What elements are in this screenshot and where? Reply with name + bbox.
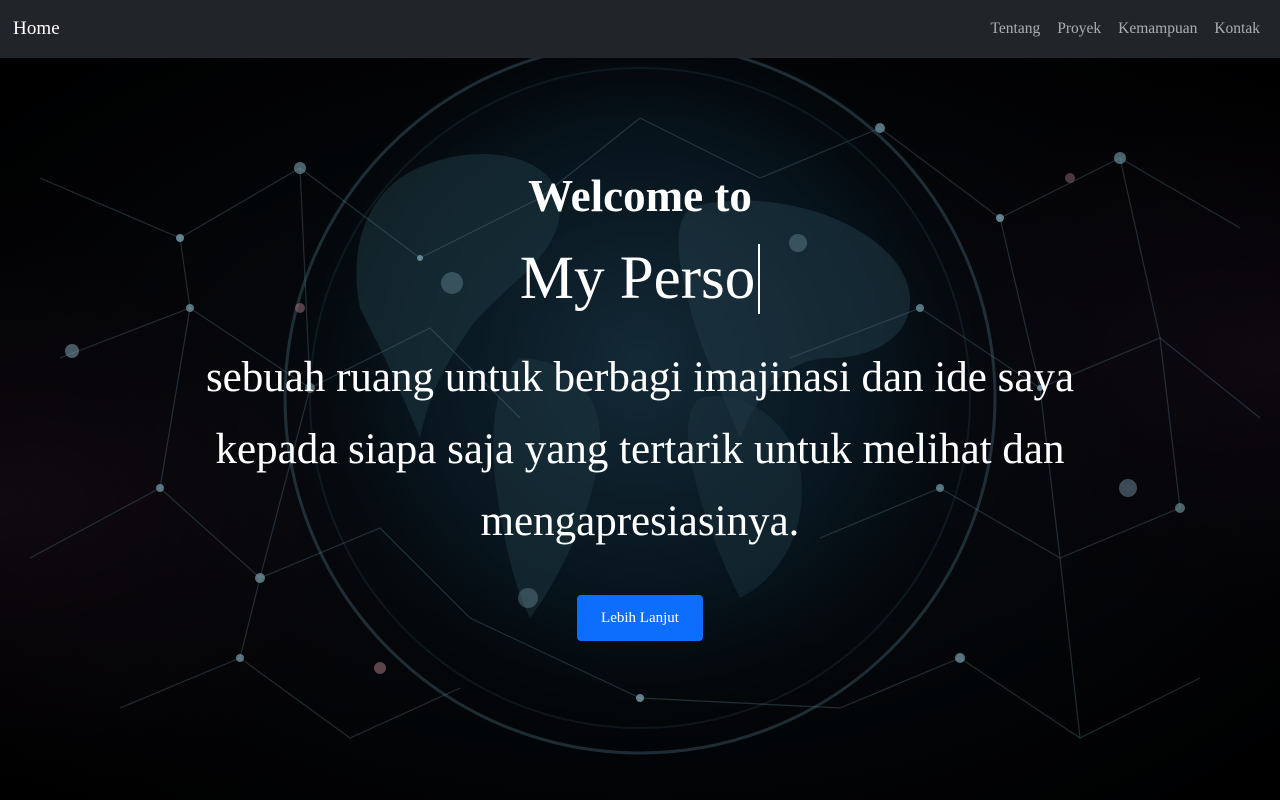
navbar: Home Tentang Proyek Kemampuan Kontak <box>0 0 1280 58</box>
typed-heading: My Perso <box>0 244 1280 314</box>
hero-content: Welcome to My Perso sebuah ruang untuk b… <box>0 58 1280 800</box>
hero-section: Welcome to My Perso sebuah ruang untuk b… <box>0 58 1280 800</box>
lebih-lanjut-button[interactable]: Lebih Lanjut <box>577 595 703 641</box>
typed-text: My Perso <box>520 244 761 314</box>
nav-link-kontak[interactable]: Kontak <box>1214 20 1260 38</box>
hero-tagline: sebuah ruang untuk berbagi imajinasi dan… <box>205 354 1075 545</box>
nav-link-kemampuan[interactable]: Kemampuan <box>1118 20 1197 38</box>
nav-links: Tentang Proyek Kemampuan Kontak <box>991 20 1260 38</box>
welcome-heading: Welcome to <box>528 171 752 221</box>
brand-home-link[interactable]: Home <box>13 18 60 40</box>
nav-link-proyek[interactable]: Proyek <box>1057 20 1101 38</box>
nav-link-tentang[interactable]: Tentang <box>991 20 1041 38</box>
